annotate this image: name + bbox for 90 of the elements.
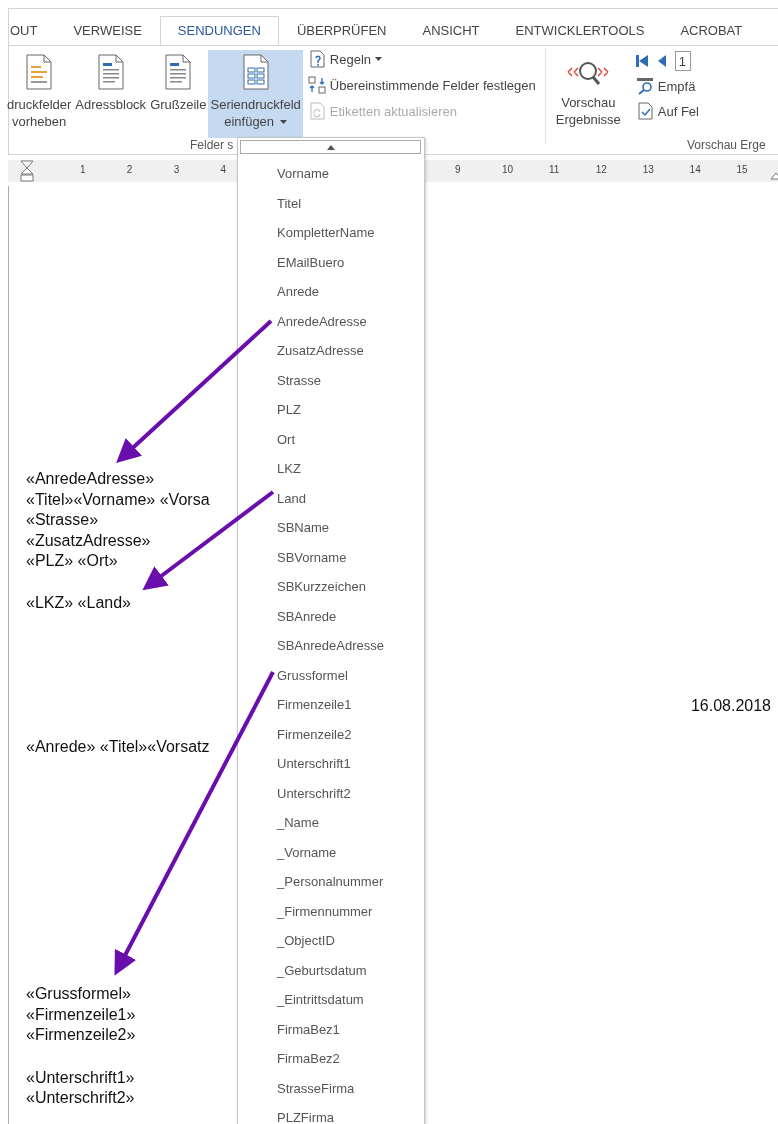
menu-item[interactable]: SBName <box>238 513 424 543</box>
menu-item[interactable]: _Firmennummer <box>238 896 424 926</box>
merge-field-line: «Unterschrift2» <box>26 1088 135 1108</box>
menu-item[interactable]: Unterschrift1 <box>238 749 424 779</box>
menu-item[interactable]: SBAnrede <box>238 601 424 631</box>
indent-marker-icon[interactable] <box>20 160 34 182</box>
merge-field-line: «LKZ» «Land» <box>26 592 131 613</box>
menu-item[interactable]: Anrede <box>238 277 424 307</box>
menu-item[interactable]: Unterschrift2 <box>238 778 424 808</box>
menu-item[interactable]: _Vorname <box>238 837 424 867</box>
ribbon-button[interactable]: Empfä <box>634 75 700 97</box>
ruler-number: 11 <box>548 164 560 175</box>
scroll-up-button[interactable] <box>240 140 421 154</box>
menu-item[interactable]: Ort <box>238 424 424 454</box>
ruler-number: 1 <box>79 164 86 175</box>
previous-record-icon[interactable] <box>656 54 667 68</box>
menu-item[interactable]: ZusatzAdresse <box>238 336 424 366</box>
ribbon-button[interactable]: Grußzeile <box>148 50 209 138</box>
preview-results-button[interactable]: Vorschau Ergebnisse <box>553 50 623 138</box>
ribbon-button[interactable]: druckfelder vorheben <box>5 50 74 138</box>
menu-item[interactable]: _Geburtsdatum <box>238 955 424 985</box>
menu-item[interactable]: Titel <box>238 188 424 218</box>
date-text: 16.08.2018 <box>690 696 771 716</box>
ribbon-tab[interactable]: ÜBERPRÜFEN <box>278 16 405 45</box>
menu-item[interactable]: EMailBuero <box>238 247 424 277</box>
menu-item[interactable]: FirmaBez1 <box>238 1014 424 1044</box>
menu-item[interactable]: _Personalnummer <box>238 867 424 897</box>
merge-field-line: «Unterschrift1» <box>26 1067 135 1088</box>
merge-field-line: «Strasse» <box>26 510 99 530</box>
ruler-number: 2 <box>126 164 133 175</box>
ribbon-tab[interactable]: ANSICHT <box>404 16 498 45</box>
menu-item[interactable]: StrasseFirma <box>238 1073 424 1103</box>
question-document-icon <box>307 50 326 68</box>
merge-field-line: «PLZ» «Ort» <box>26 551 118 571</box>
ruler-number: 14 <box>689 164 701 175</box>
menu-item[interactable]: Vorname <box>238 159 424 189</box>
menu-item[interactable]: Strasse <box>238 365 424 395</box>
ruler-number: 13 <box>642 164 654 175</box>
document-icon <box>164 54 193 90</box>
merge-field-line: «Titel»«Vorname» «Vorsa <box>26 489 210 510</box>
menu-item[interactable]: _Name <box>238 808 424 838</box>
document-icon <box>96 54 125 90</box>
menu-item[interactable]: SBKurzzeichen <box>238 572 424 602</box>
menu-item[interactable]: Land <box>238 483 424 513</box>
ruler-number: 12 <box>595 164 607 175</box>
ribbon-button[interactable]: Adressblock <box>73 50 149 138</box>
menu-item[interactable]: Grussformel <box>238 660 424 690</box>
merge-field-line: «Anrede» «Titel»«Vorsatz <box>26 736 210 757</box>
ruler-number: 15 <box>736 164 748 175</box>
menu-item[interactable]: LKZ <box>238 454 424 484</box>
record-number-field[interactable]: 1 <box>674 51 691 71</box>
menu-item[interactable]: Firmenzeile1 <box>238 690 424 720</box>
ribbon-tab[interactable]: ENTWICKLERTOOLS <box>497 16 663 45</box>
merge-field-line: «Firmenzeile1» <box>26 1004 136 1025</box>
menu-item[interactable]: _ObjectID <box>238 926 424 956</box>
ruler-number: 4 <box>220 164 227 175</box>
merge-field-line: «Firmenzeile2» <box>26 1025 136 1045</box>
menu-item[interactable]: KompletterName <box>238 218 424 248</box>
ribbon-tab[interactable]: ACROBAT <box>662 16 761 45</box>
match-fields-icon <box>307 76 326 94</box>
ribbon-button[interactable]: Seriendruckfeld einfügen <box>208 50 303 138</box>
menu-item[interactable]: PLZ <box>238 395 424 425</box>
up-arrow-icon <box>326 144 335 150</box>
group-label: Vorschau Erge <box>687 138 766 152</box>
check-document-icon <box>635 102 654 120</box>
ribbon-tab[interactable]: VERWEISE <box>55 16 160 45</box>
ruler-number: 3 <box>173 164 180 175</box>
merge-field-line: «Grussformel» <box>26 984 131 1004</box>
group-label: Felder s <box>190 138 234 152</box>
menu-item[interactable]: Firmenzeile2 <box>238 719 424 749</box>
menu-item[interactable]: FirmaBez2 <box>238 1044 424 1074</box>
ribbon-button[interactable]: Regeln <box>306 48 537 70</box>
ribbon-tab[interactable]: OUT <box>9 16 56 45</box>
menu-item[interactable]: _Eintrittsdatum <box>238 985 424 1015</box>
document-icon <box>25 54 54 90</box>
ribbon-button[interactable]: Übereinstimmende Felder festlegen <box>306 74 537 96</box>
menu-item[interactable]: SBVorname <box>238 542 424 572</box>
ribbon-button[interactable]: Auf Fel <box>634 100 700 122</box>
first-record-icon[interactable] <box>634 54 649 68</box>
menu-item[interactable]: SBAnredeAdresse <box>238 631 424 661</box>
menu-item[interactable]: AnredeAdresse <box>238 306 424 336</box>
ruler-number: 9 <box>455 164 461 175</box>
search-icon <box>635 77 654 95</box>
merge-field-line: «ZusatzAdresse» <box>26 530 151 551</box>
ribbon-tab[interactable]: SENDUNGEN <box>159 16 279 45</box>
document-icon <box>241 54 270 90</box>
refresh-document-icon <box>307 102 326 120</box>
menu-item[interactable]: PLZFirma <box>238 1103 424 1124</box>
merge-field-line: «AnredeAdresse» <box>26 469 155 489</box>
ruler-number: 10 <box>502 164 514 175</box>
